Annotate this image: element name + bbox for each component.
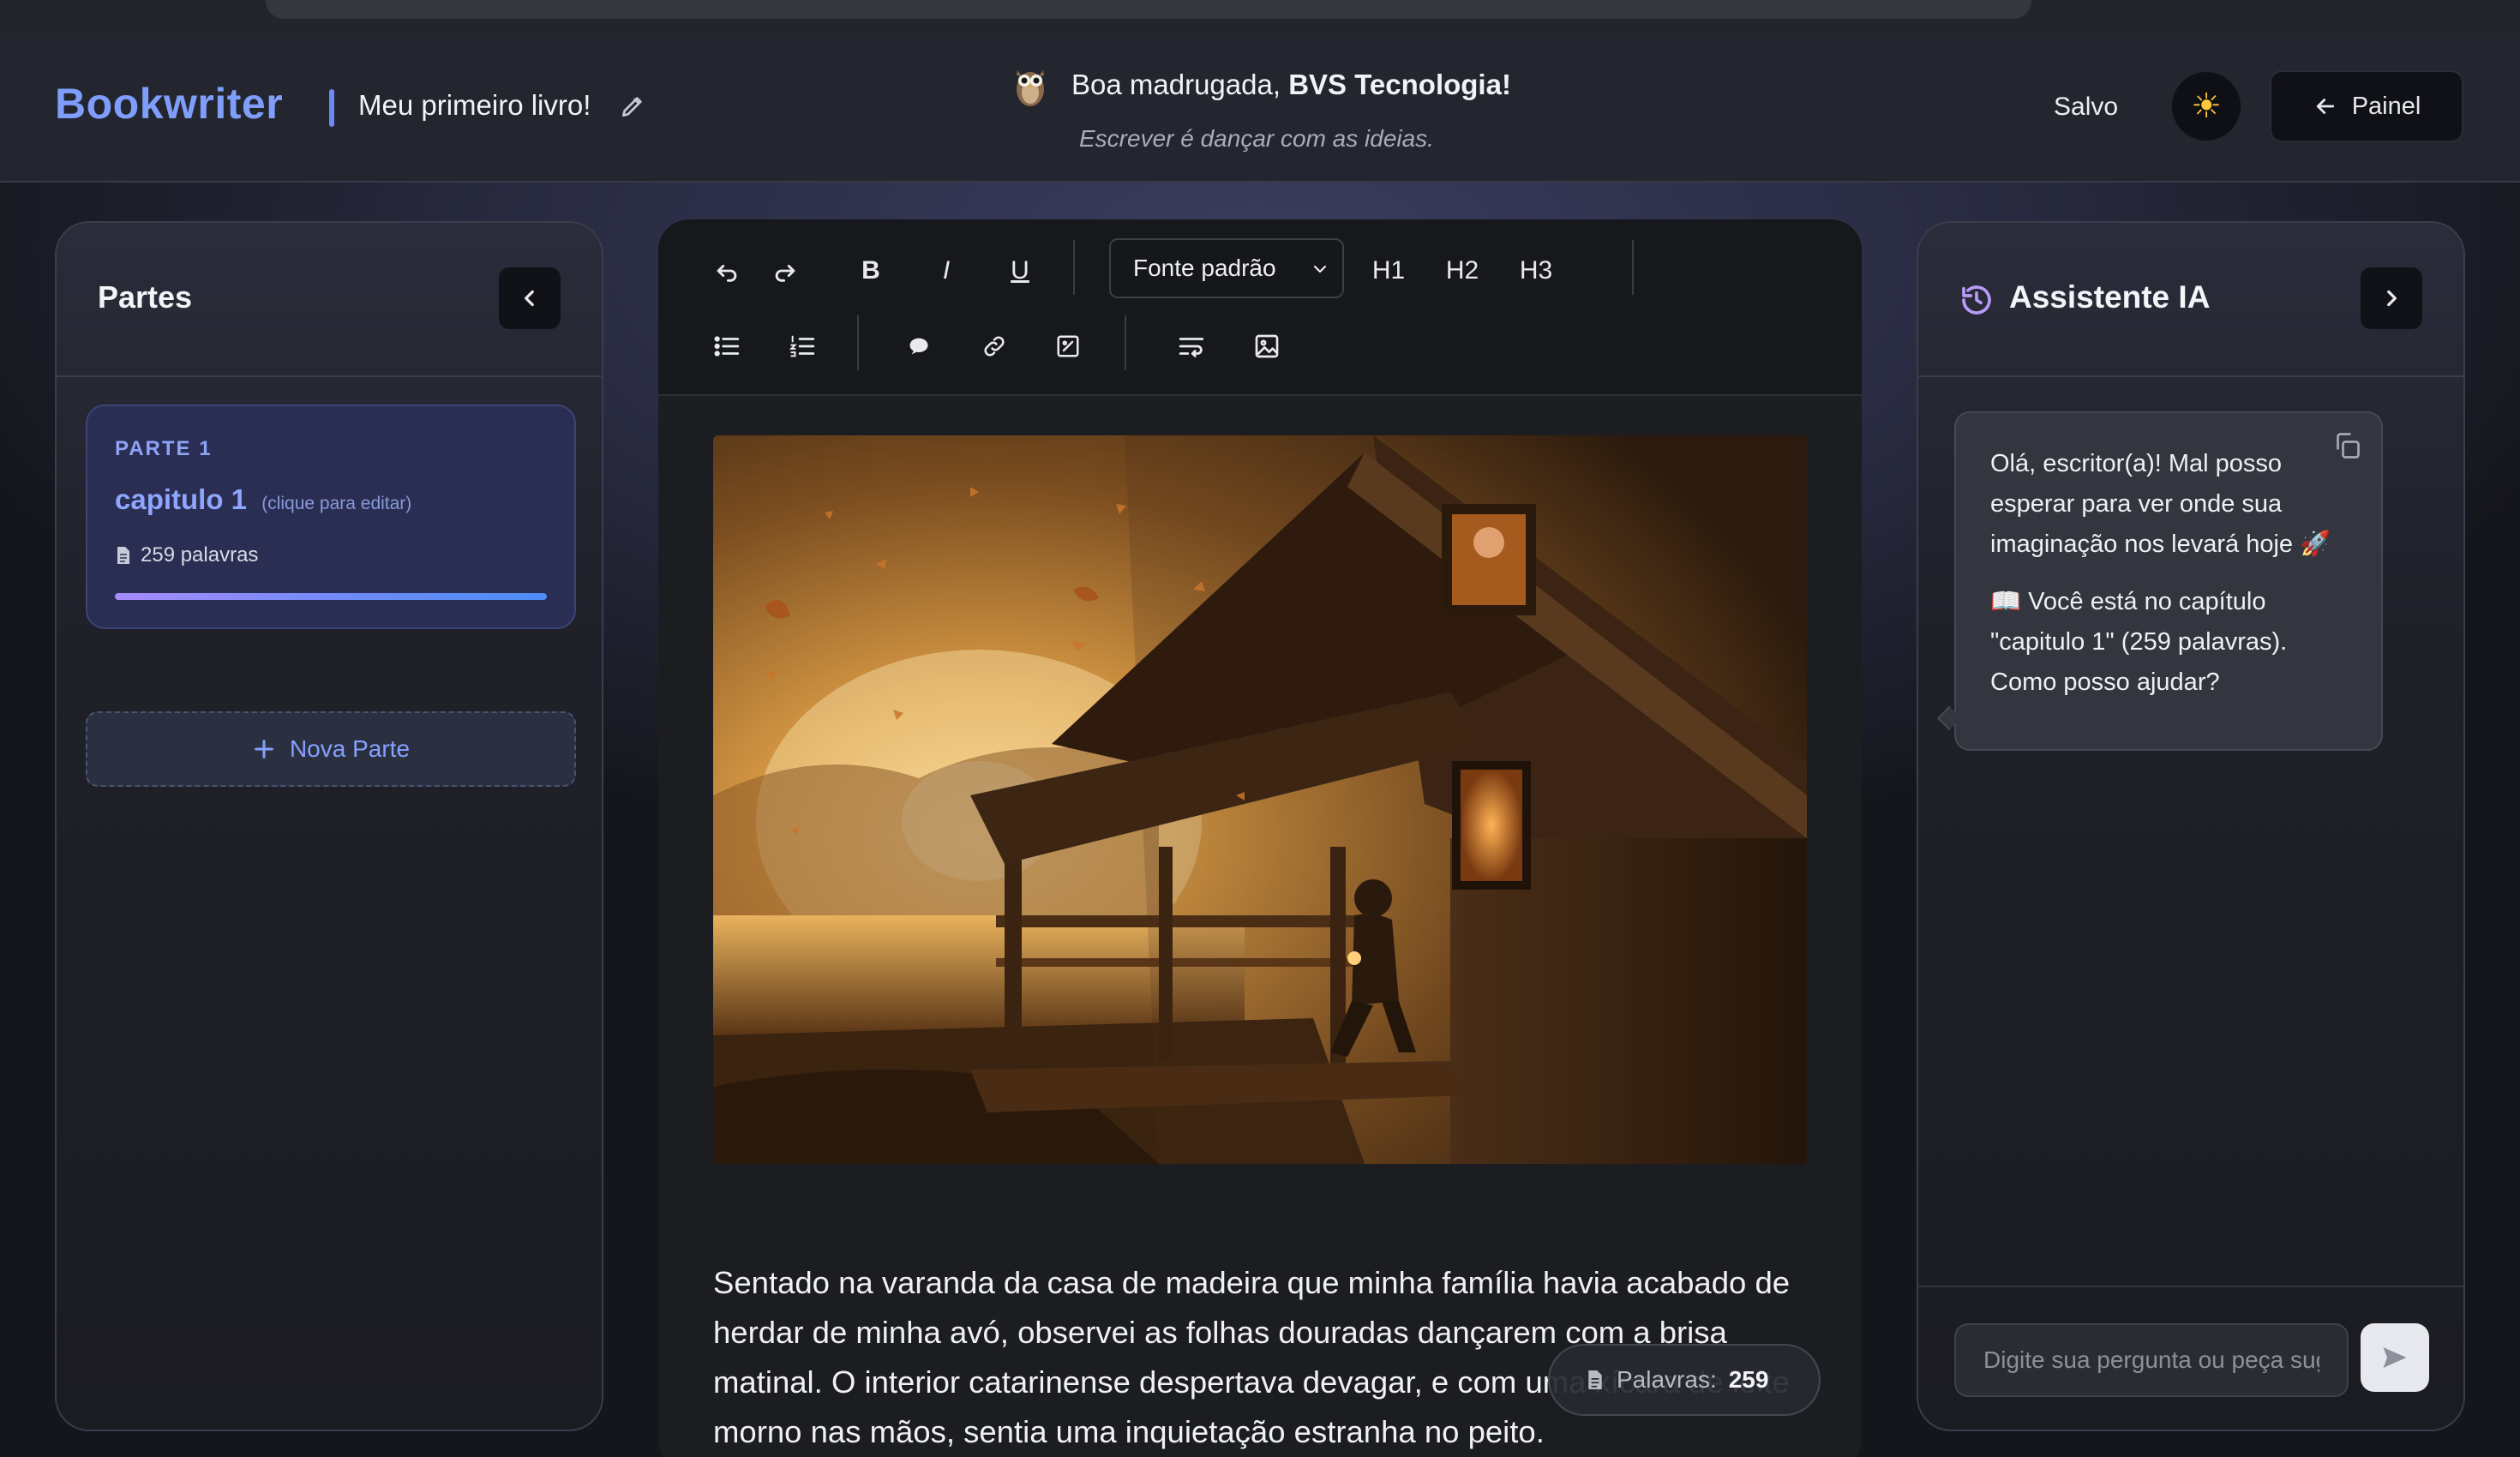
greeting-user-name: BVS Tecnologia! bbox=[1288, 69, 1511, 100]
quote-button[interactable] bbox=[893, 321, 945, 372]
text-wrap-button[interactable] bbox=[1166, 321, 1217, 372]
bullet-list-button[interactable] bbox=[701, 321, 753, 372]
undo-button[interactable] bbox=[701, 245, 753, 297]
speech-bubble-icon bbox=[909, 338, 928, 355]
owl-icon bbox=[1017, 70, 1044, 106]
browser-toolbar bbox=[0, 0, 2520, 34]
pencil-icon[interactable] bbox=[619, 93, 646, 120]
parts-panel-header: Partes bbox=[57, 223, 602, 377]
copy-icon[interactable] bbox=[2331, 430, 2362, 461]
assistant-panel: Assistente IA Olá, escritor(a)! Mal poss… bbox=[1917, 221, 2465, 1431]
chapter-title[interactable]: capitulo 1 bbox=[115, 483, 247, 515]
editor: B I U Fonte padrão H1 H2 H3 Sentado na v… bbox=[658, 219, 1862, 1457]
wrap-text-icon bbox=[1179, 338, 1204, 357]
story-illustration[interactable] bbox=[713, 435, 1807, 1164]
document-icon bbox=[117, 547, 129, 564]
redo-button[interactable] bbox=[759, 245, 811, 297]
toolbar-divider bbox=[1632, 240, 1634, 295]
collapse-parts-button[interactable] bbox=[499, 267, 561, 329]
chapter-word-count: 259 palavras bbox=[115, 543, 258, 567]
editor-toolbar: B I U Fonte padrão H1 H2 H3 bbox=[658, 219, 1862, 396]
new-part-button[interactable]: Nova Parte bbox=[86, 711, 576, 787]
heading-1-button[interactable]: H1 bbox=[1358, 245, 1419, 297]
send-icon bbox=[2383, 1347, 2407, 1368]
part-card[interactable]: PARTE 1 capitulo 1 (clique para editar) … bbox=[86, 405, 576, 629]
font-select-value: Fonte padrão bbox=[1133, 255, 1276, 281]
image-off-icon bbox=[1057, 335, 1079, 357]
assistant-greeting: Olá, escritor(a)! Mal posso esperar para… bbox=[1990, 450, 2331, 558]
bold-button[interactable]: B bbox=[845, 245, 897, 297]
link-button[interactable] bbox=[969, 321, 1020, 372]
image-icon bbox=[1255, 334, 1279, 358]
link-icon bbox=[984, 336, 1005, 357]
toolbar-divider bbox=[1125, 315, 1126, 370]
arrow-left-icon bbox=[2316, 99, 2334, 114]
title-divider bbox=[329, 89, 334, 127]
ordered-list-button[interactable] bbox=[777, 321, 828, 372]
remove-image-button[interactable] bbox=[1042, 321, 1094, 372]
chapter-words: 259 palavras bbox=[141, 543, 259, 567]
heading-3-button[interactable]: H3 bbox=[1505, 245, 1567, 297]
input-divider bbox=[1918, 1286, 2463, 1287]
redo-icon bbox=[775, 264, 795, 282]
word-count-badge: Palavras: 259 bbox=[1548, 1344, 1821, 1416]
bullet-list-icon bbox=[714, 336, 740, 357]
italic-button[interactable]: I bbox=[921, 245, 972, 297]
save-status: Salvo bbox=[2054, 93, 2119, 121]
undo-icon bbox=[717, 264, 737, 282]
word-count-label: Palavras: bbox=[1617, 1366, 1717, 1393]
heading-2-button[interactable]: H2 bbox=[1431, 245, 1493, 297]
assistant-input[interactable] bbox=[1954, 1323, 2349, 1397]
new-part-label: Nova Parte bbox=[289, 735, 411, 762]
chevron-down-icon bbox=[1313, 265, 1327, 273]
greeting: Boa madrugada, BVS Tecnologia! bbox=[1071, 69, 1511, 101]
ordered-list-icon bbox=[789, 335, 815, 357]
assistant-message: Olá, escritor(a)! Mal posso esperar para… bbox=[1954, 411, 2383, 751]
greeting-prefix: Boa madrugada, bbox=[1071, 69, 1281, 100]
parts-panel: Partes PARTE 1 capitulo 1 (clique para e… bbox=[55, 221, 603, 1431]
panel-button[interactable]: Painel bbox=[2270, 70, 2463, 142]
panel-button-label: Painel bbox=[2351, 92, 2421, 120]
toolbar-divider bbox=[1073, 240, 1075, 295]
sun-icon: ☀ bbox=[2191, 87, 2222, 125]
chevron-left-icon bbox=[525, 290, 534, 307]
word-count-value: 259 bbox=[1728, 1366, 1769, 1393]
plus-icon bbox=[255, 740, 273, 758]
insert-image-button[interactable] bbox=[1241, 321, 1293, 372]
app-header: Bookwriter Meu primeiro livro! Boa madru… bbox=[0, 34, 2520, 183]
theme-toggle-button[interactable]: ☀ bbox=[2172, 72, 2241, 141]
browser-address-bar[interactable] bbox=[266, 0, 2031, 19]
parts-panel-title: Partes bbox=[98, 279, 193, 315]
document-icon bbox=[1588, 1370, 1602, 1389]
toolbar-divider bbox=[857, 315, 859, 370]
brand-logo[interactable]: Bookwriter bbox=[55, 79, 283, 129]
font-select[interactable]: Fonte padrão bbox=[1109, 238, 1344, 298]
assistant-panel-header: Assistente IA bbox=[1918, 223, 2463, 377]
chapter-edit-hint: (clique para editar) bbox=[261, 494, 412, 513]
part-label: PARTE 1 bbox=[115, 437, 213, 460]
assistant-title: Assistente IA bbox=[2009, 279, 2211, 315]
chapter-progress-bar bbox=[115, 593, 547, 600]
underline-button[interactable]: U bbox=[994, 245, 1046, 297]
send-button[interactable] bbox=[2361, 1323, 2429, 1392]
assistant-context: 📖 Você está no capítulo "capitulo 1" (25… bbox=[1990, 588, 2288, 696]
tagline: Escrever é dançar com as ideias. bbox=[1079, 125, 1434, 152]
chapter-name[interactable]: capitulo 1 (clique para editar) bbox=[115, 483, 411, 516]
book-title[interactable]: Meu primeiro livro! bbox=[358, 89, 591, 122]
collapse-assistant-button[interactable] bbox=[2361, 267, 2422, 329]
history-icon[interactable] bbox=[1959, 283, 1994, 317]
chevron-right-icon bbox=[2387, 290, 2397, 307]
